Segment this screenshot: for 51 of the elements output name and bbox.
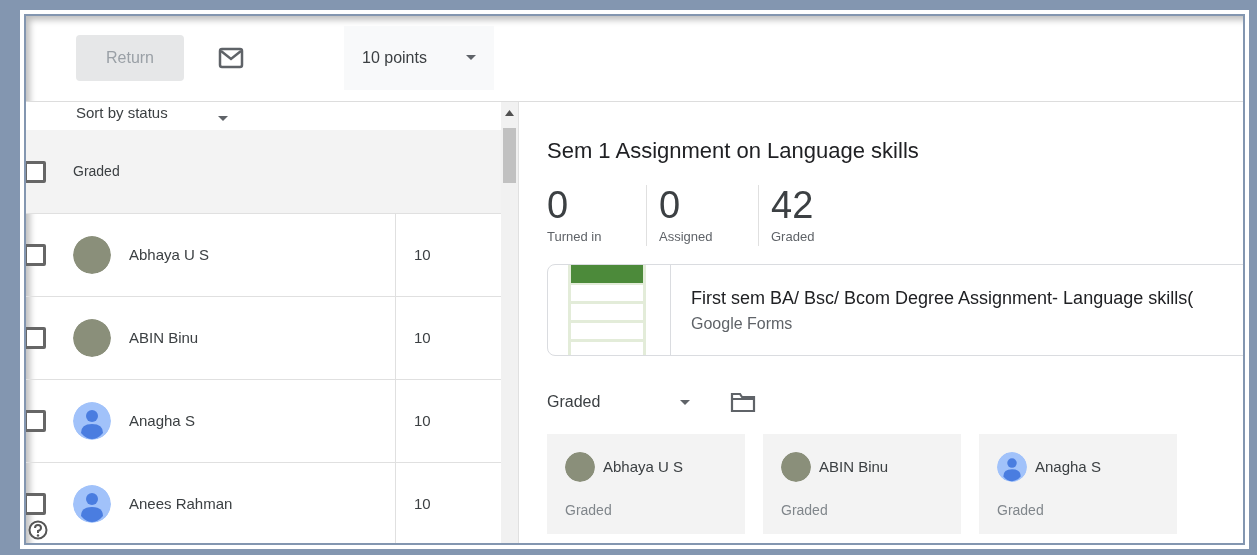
caret-icon bbox=[217, 115, 228, 121]
points-dropdown[interactable]: 10 points bbox=[344, 25, 494, 90]
student-name: Anagha S bbox=[1035, 457, 1101, 478]
grade-value: 10 bbox=[413, 327, 431, 348]
assignment-title: Sem 1 Assignment on Language skills bbox=[547, 137, 920, 165]
status-label: Graded bbox=[565, 501, 613, 521]
grade-value: 10 bbox=[413, 244, 431, 265]
grade-value: 10 bbox=[413, 493, 431, 514]
attachment-card[interactable]: First sem BA/ Bsc/ Bcom Degree Assignment- Language skills( Google Forms bbox=[547, 264, 1245, 357]
checkbox[interactable] bbox=[24, 327, 46, 349]
checkbox[interactable] bbox=[24, 160, 46, 183]
help-icon[interactable] bbox=[28, 520, 48, 540]
photo-placeholder bbox=[565, 452, 595, 483]
stat-count: 42 bbox=[771, 185, 815, 227]
scroll-up-icon[interactable] bbox=[505, 110, 514, 116]
scroll-thumb[interactable] bbox=[503, 128, 516, 183]
avatar-icon bbox=[73, 485, 111, 523]
stat-label: Graded bbox=[771, 227, 816, 246]
attachment-source: Google Forms bbox=[691, 313, 794, 334]
student-name[interactable]: Anees Rahman bbox=[129, 492, 233, 516]
student-name: ABIN Binu bbox=[819, 457, 889, 478]
checkbox[interactable] bbox=[24, 244, 46, 266]
student-card[interactable]: Anagha S Graded bbox=[979, 434, 1177, 535]
caret-icon bbox=[680, 399, 691, 405]
scrollbar[interactable] bbox=[501, 102, 518, 545]
caret-icon bbox=[466, 55, 476, 60]
stat-label: Assigned bbox=[659, 227, 714, 246]
status-filter-dropdown[interactable]: Graded bbox=[547, 390, 691, 415]
student-card[interactable]: ABIN Binu Graded bbox=[763, 434, 961, 535]
checkbox[interactable] bbox=[24, 410, 46, 432]
checkbox[interactable] bbox=[24, 493, 46, 515]
student-card[interactable]: Abhaya U S Graded bbox=[547, 434, 745, 535]
avatar-icon bbox=[997, 452, 1027, 483]
student-name: Abhaya U S bbox=[603, 457, 684, 478]
grade-value: 10 bbox=[413, 410, 431, 431]
attachment-title: First sem BA/ Bsc/ Bcom Degree Assignment- Language skills( bbox=[691, 286, 1194, 310]
stat-count: 0 bbox=[659, 185, 682, 227]
stat-label: Turned in bbox=[547, 227, 603, 246]
group-label: Graded bbox=[73, 162, 120, 181]
status-label: Graded bbox=[781, 501, 829, 521]
photo-placeholder bbox=[73, 319, 111, 357]
avatar-icon bbox=[73, 402, 111, 440]
photo-placeholder bbox=[73, 236, 111, 274]
status-label: Graded bbox=[997, 501, 1045, 521]
stat-count: 0 bbox=[547, 185, 570, 227]
photo-placeholder bbox=[781, 452, 811, 483]
student-name[interactable]: ABIN Binu bbox=[129, 326, 199, 350]
folder-icon[interactable] bbox=[730, 391, 757, 414]
email-icon[interactable] bbox=[218, 46, 244, 69]
student-name[interactable]: Anagha S bbox=[129, 409, 195, 433]
student-name[interactable]: Abhaya U S bbox=[129, 243, 210, 267]
